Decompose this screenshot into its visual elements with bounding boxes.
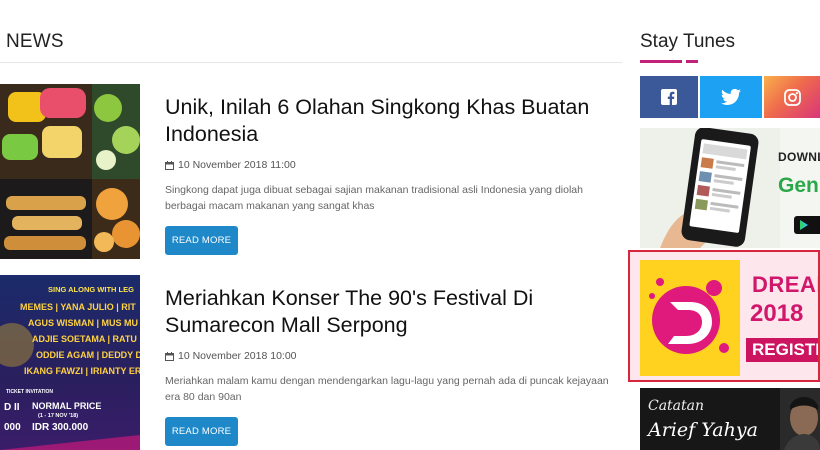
sidebar-title-underline bbox=[686, 60, 698, 63]
dream-banner[interactable]: DREAM A 2018 REGISTER bbox=[628, 250, 820, 382]
article-item: Unik, Inilah 6 Olahan Singkong Khas Buat… bbox=[0, 84, 620, 259]
play-store-badge-icon[interactable] bbox=[794, 216, 820, 234]
catatan-author: Arief Yahya bbox=[648, 419, 758, 441]
poster-left-value: 000 bbox=[4, 422, 21, 433]
facebook-button[interactable] bbox=[640, 76, 698, 118]
section-divider bbox=[0, 62, 622, 63]
catatan-label: Catatan bbox=[648, 398, 705, 414]
calendar-icon bbox=[165, 160, 174, 170]
poster-normal-price-dates: (1 - 17 NOV '18) bbox=[38, 413, 78, 419]
twitter-icon bbox=[721, 89, 741, 105]
article-thumbnail[interactable]: SING ALONG WITH LEG MEMES | YANA JULIO |… bbox=[0, 275, 140, 450]
article-date-text: 10 November 2018 10:00 bbox=[178, 350, 297, 362]
sidebar-title: Stay Tunes bbox=[640, 31, 736, 52]
dream-logo-icon bbox=[640, 260, 740, 376]
article-date: 10 November 2018 11:00 bbox=[165, 159, 296, 171]
register-button[interactable]: REGISTER bbox=[746, 338, 818, 362]
poster-normal-price-label: NORMAL PRICE bbox=[32, 401, 101, 411]
dream-banner-title: DREAM A bbox=[752, 272, 818, 297]
app-download-banner[interactable]: DOWNLO Gen bbox=[640, 128, 820, 248]
app-brand-text: Gen bbox=[778, 174, 819, 197]
twitter-button[interactable] bbox=[700, 76, 762, 118]
sidebar-title-underline bbox=[640, 60, 682, 63]
article-date: 10 November 2018 10:00 bbox=[165, 350, 297, 362]
read-more-button[interactable]: READ MORE bbox=[165, 417, 238, 446]
read-more-button[interactable]: READ MORE bbox=[165, 226, 238, 255]
poster-row: MEMES | YANA JULIO | RIT bbox=[20, 302, 136, 312]
poster-header: SING ALONG WITH LEG bbox=[48, 285, 134, 294]
app-download-text: DOWNLO bbox=[778, 150, 820, 164]
phone-in-hand-image bbox=[640, 128, 780, 248]
poster-row: IKANG FAWZI | IRIANTY ERN bbox=[24, 366, 140, 376]
section-title: NEWS bbox=[6, 31, 64, 52]
article-excerpt: Singkong dapat juga dibuat sebagai sajia… bbox=[165, 184, 583, 212]
poster-row: AGUS WISMAN | MUS MU bbox=[28, 318, 138, 328]
poster-normal-price-value: IDR 300.000 bbox=[32, 422, 89, 433]
article-title[interactable]: Unik, Inilah 6 Olahan Singkong Khas Buat… bbox=[165, 94, 605, 148]
dream-banner-year: 2018 bbox=[750, 300, 804, 327]
author-photo bbox=[780, 388, 820, 450]
article-excerpt: Meriahkan malam kamu dengan mendengarkan… bbox=[165, 375, 609, 403]
food-image bbox=[0, 84, 140, 259]
article-title[interactable]: Meriahkan Konser The 90's Festival Di Su… bbox=[165, 285, 605, 339]
article-item: SING ALONG WITH LEG MEMES | YANA JULIO |… bbox=[0, 275, 620, 450]
concert-poster-image: SING ALONG WITH LEG MEMES | YANA JULIO |… bbox=[0, 275, 140, 450]
poster-row: ADJIE SOETAMA | RATU bbox=[32, 334, 137, 344]
poster-ticket-label: TICKET INVITATION bbox=[6, 389, 53, 395]
instagram-icon bbox=[783, 88, 801, 106]
article-thumbnail[interactable] bbox=[0, 84, 140, 259]
poster-left-label: D II bbox=[4, 402, 20, 413]
article-date-text: 10 November 2018 11:00 bbox=[178, 159, 296, 171]
poster-row: ODDIE AGAM | DEDDY DI bbox=[36, 350, 140, 360]
calendar-icon bbox=[165, 351, 174, 361]
facebook-icon bbox=[661, 89, 677, 105]
instagram-button[interactable] bbox=[764, 76, 820, 118]
catatan-banner[interactable]: Catatan Arief Yahya bbox=[640, 388, 820, 450]
